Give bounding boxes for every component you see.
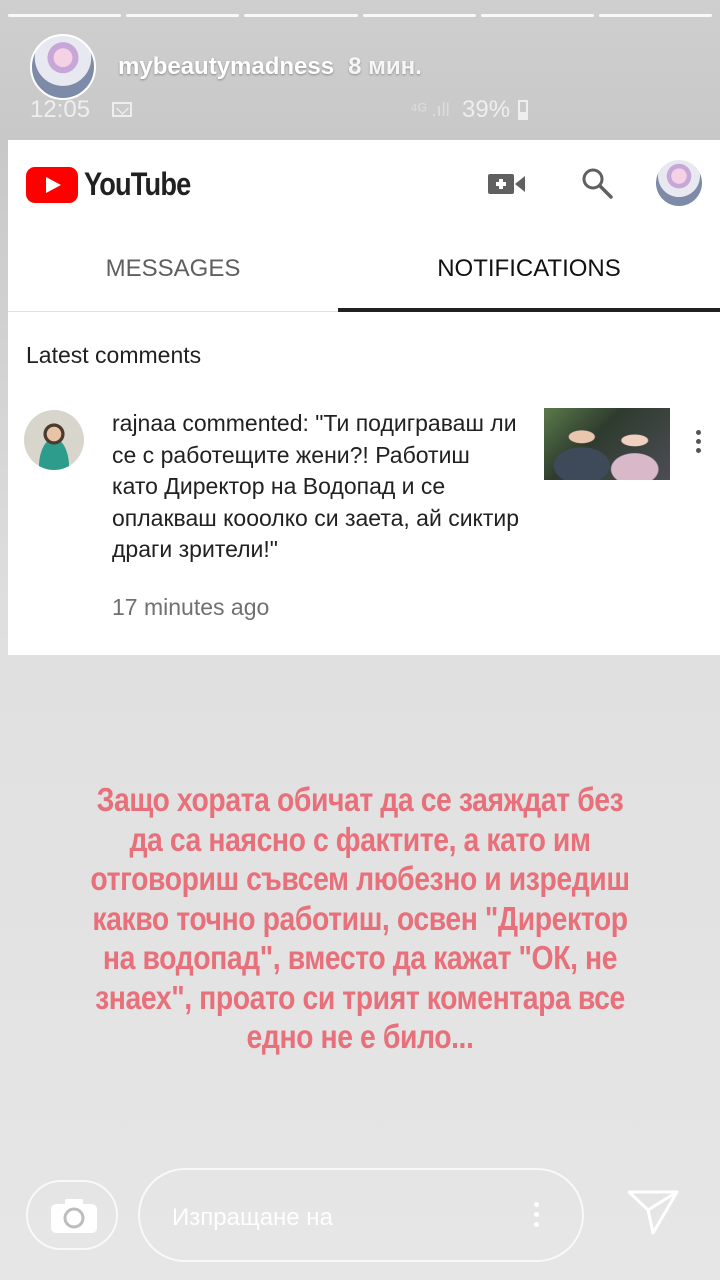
story-caption: Защо хората обичат да се заяждат без да …	[90, 781, 630, 1055]
youtube-logo-text: YouTube	[84, 166, 191, 202]
reply-input[interactable]: Изпращане на	[138, 1168, 584, 1262]
youtube-screenshot: YouTube MESSAGES NOTIFICATIONS Latest co…	[8, 140, 720, 655]
progress-segment	[244, 14, 358, 17]
youtube-logo[interactable]: YouTube	[26, 166, 209, 203]
more-vert-icon[interactable]	[696, 430, 702, 456]
progress-segment	[598, 14, 713, 17]
notification-time: 17 minutes ago	[112, 594, 270, 620]
progress-segment	[362, 14, 476, 17]
progress-segment	[480, 14, 594, 17]
camera-video-icon[interactable]	[488, 172, 526, 196]
notification-text: rajnaa commented: "Ти подиграваш ли се с…	[112, 410, 520, 562]
section-title: Latest comments	[26, 342, 202, 368]
battery-percent: 39%	[462, 96, 511, 123]
reply-more-icon[interactable]	[534, 1202, 540, 1232]
story-username[interactable]: mybeautymadness	[118, 53, 334, 81]
tab-messages[interactable]: MESSAGES	[8, 226, 338, 312]
mail-icon	[112, 102, 132, 117]
phone-clock: 12:05	[30, 96, 91, 123]
search-icon[interactable]	[580, 166, 614, 200]
story-avatar[interactable]	[30, 34, 96, 100]
battery-icon	[518, 100, 528, 120]
tab-indicator	[338, 308, 720, 312]
story-viewer: mybeautymadness 8 мин. 12:05 ⁴ᴳ .ıll 39%…	[0, 0, 720, 1280]
progress-segment	[8, 14, 122, 17]
youtube-top-bar: YouTube	[8, 140, 720, 226]
tab-bar: MESSAGES NOTIFICATIONS	[8, 226, 720, 312]
reply-placeholder: Изпращане на	[172, 1204, 333, 1231]
signal-icon: ⁴ᴳ .ıll	[410, 100, 450, 120]
tab-notifications[interactable]: NOTIFICATIONS	[338, 226, 720, 312]
camera-button[interactable]	[26, 1180, 118, 1250]
notification-item[interactable]: rajnaa commented: "Ти подиграваш ли се с…	[8, 400, 720, 640]
story-progress	[8, 14, 713, 18]
phone-status-bar: 12:05 ⁴ᴳ .ıll 39%	[30, 96, 540, 126]
send-icon[interactable]	[626, 1188, 680, 1236]
story-time-ago: 8 мин.	[348, 53, 422, 80]
progress-segment	[126, 14, 240, 17]
video-thumbnail[interactable]	[544, 408, 670, 480]
youtube-play-icon	[26, 166, 78, 203]
account-avatar[interactable]	[656, 160, 702, 206]
story-header: mybeautymadness 8 мин.	[30, 32, 422, 102]
camera-icon	[51, 1199, 97, 1233]
commenter-avatar	[24, 410, 84, 470]
